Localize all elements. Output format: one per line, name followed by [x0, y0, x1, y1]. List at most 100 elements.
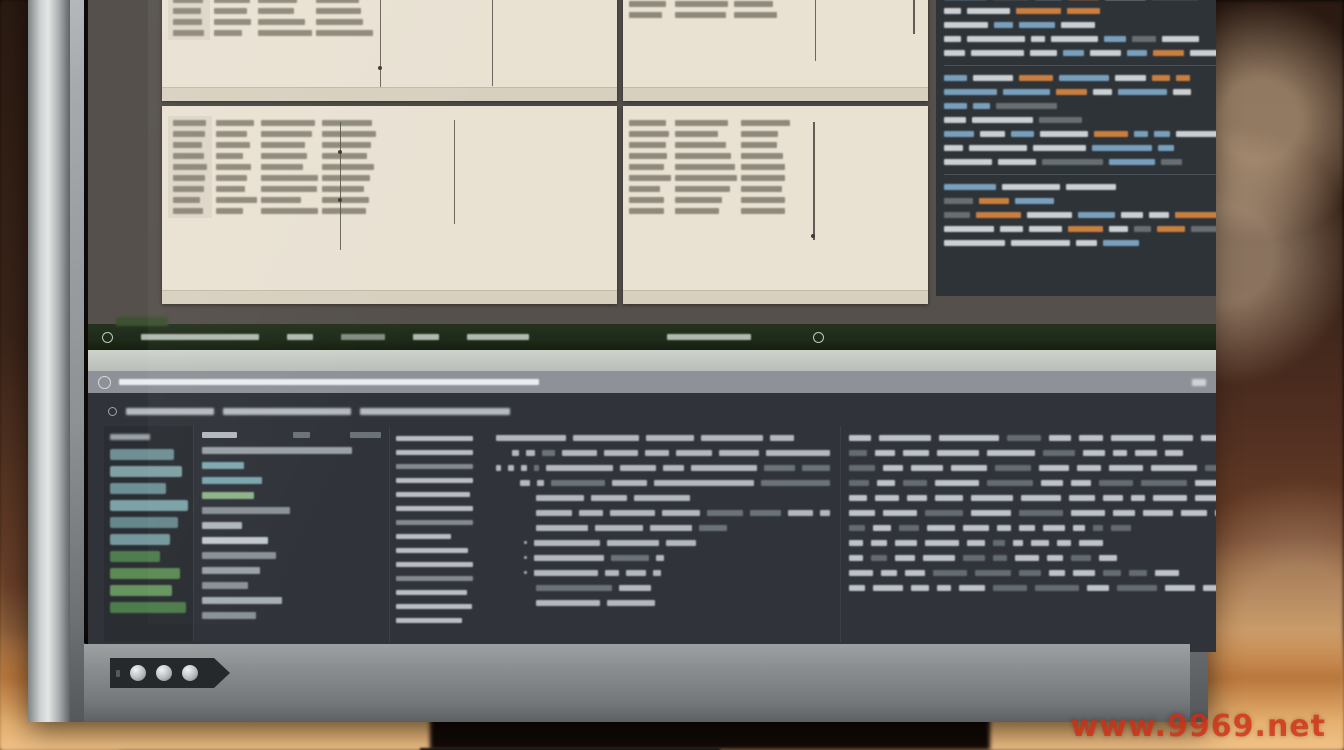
document-cell [629, 208, 664, 214]
console-line [944, 194, 1216, 208]
menu-button[interactable] [156, 665, 172, 681]
detail-token [534, 464, 539, 471]
breadcrumb-segment-3[interactable] [360, 408, 510, 415]
menu-item-5[interactable] [467, 334, 529, 340]
sidebar-item-8[interactable] [110, 585, 172, 596]
breadcrumb-segment-2[interactable] [223, 408, 351, 415]
detail-line-10[interactable] [496, 580, 830, 595]
log-cell [849, 569, 873, 576]
log-cell [1153, 494, 1187, 501]
detail-line-9[interactable] [496, 565, 830, 580]
url-text[interactable] [119, 379, 539, 385]
main-list-row-3[interactable] [202, 492, 254, 499]
main-list-row-10[interactable] [202, 597, 282, 604]
url-bar[interactable] [88, 371, 1216, 393]
console-token [967, 8, 1010, 14]
detail-text-pane[interactable] [486, 426, 841, 642]
menu-item-4[interactable] [413, 334, 439, 340]
sidebar-item-2[interactable] [110, 483, 166, 494]
detail-token [507, 464, 514, 471]
sidebar-item-3[interactable] [110, 500, 188, 511]
log-row-5[interactable] [849, 505, 1216, 520]
sidebar-item-0[interactable] [110, 449, 174, 460]
menu-item-3[interactable] [341, 334, 385, 340]
log-row-6[interactable] [849, 520, 1216, 535]
detail-line-5[interactable] [496, 505, 831, 520]
log-table-pane[interactable] [841, 426, 1216, 642]
document-cell [173, 131, 205, 137]
console-line [944, 127, 1216, 141]
main-list-row-4[interactable] [202, 507, 290, 514]
main-list-row-2[interactable] [202, 477, 262, 484]
log-row-3[interactable] [849, 475, 1216, 490]
document-cell [629, 12, 662, 18]
detail-line-11[interactable] [496, 595, 830, 610]
console-line [944, 46, 1216, 60]
detail-line-1[interactable] [496, 445, 830, 460]
console-token [1056, 89, 1087, 95]
sidebar-item-5[interactable] [110, 534, 170, 545]
main-list-row-11[interactable] [202, 612, 256, 619]
detail-line-3[interactable] [496, 475, 830, 490]
log-row-9[interactable] [849, 565, 1216, 580]
browser-tab-stub[interactable] [116, 317, 168, 326]
document-panel-b[interactable] [623, 0, 928, 101]
document-panel-d[interactable] [623, 106, 928, 304]
document-cell [216, 142, 250, 148]
console-token [1078, 212, 1116, 218]
console-token [944, 89, 997, 95]
log-row-0[interactable] [849, 430, 1216, 445]
sidebar-item-7[interactable] [110, 568, 180, 579]
menu-item-2[interactable] [287, 334, 313, 340]
detail-line-6[interactable] [496, 520, 830, 535]
sidebar-item-9[interactable] [110, 602, 186, 613]
document-d-scrollbar[interactable] [813, 122, 815, 240]
power-button[interactable] [130, 665, 146, 681]
document-cell [173, 186, 204, 192]
main-list-row-0[interactable] [202, 447, 352, 454]
terminal-console[interactable] [936, 0, 1216, 296]
document-b-footer [623, 87, 928, 101]
main-list-row-6[interactable] [202, 537, 268, 544]
detail-line-8[interactable] [496, 550, 830, 565]
log-row-2[interactable] [849, 460, 1216, 475]
url-action-icon[interactable] [1192, 378, 1206, 386]
detail-line-4[interactable] [496, 490, 830, 505]
sidebar-item-6[interactable] [110, 551, 160, 562]
main-list-row-5[interactable] [202, 522, 242, 529]
main-list-row-9[interactable] [202, 582, 248, 589]
main-list-row-1[interactable] [202, 462, 244, 469]
account-icon[interactable] [813, 331, 824, 343]
menu-item-1[interactable] [141, 334, 259, 340]
document-panel-a[interactable] [162, 0, 617, 101]
detail-line-7[interactable] [496, 535, 830, 550]
log-row-4[interactable] [849, 490, 1216, 505]
main-list-row-8[interactable] [202, 567, 260, 574]
detail-line-0[interactable] [496, 430, 830, 445]
sidebar-item-1[interactable] [110, 466, 182, 477]
document-panel-c[interactable] [162, 106, 617, 304]
value-bar-11 [396, 590, 467, 595]
log-cell [1111, 434, 1155, 441]
log-row-7[interactable] [849, 535, 1216, 550]
detail-token [653, 479, 754, 486]
log-cell [933, 569, 967, 576]
document-cell [675, 1, 728, 7]
document-b-scrollbar[interactable] [913, 0, 915, 34]
log-cell [971, 494, 1013, 501]
log-row-8[interactable] [849, 550, 1216, 565]
breadcrumb-segment-1[interactable] [126, 408, 214, 415]
log-cell [879, 434, 931, 441]
source-button[interactable] [182, 665, 198, 681]
log-row-10[interactable] [849, 580, 1216, 595]
sidebar-item-4[interactable] [110, 517, 178, 528]
menu-item-6[interactable] [667, 334, 751, 340]
log-cell [963, 524, 989, 531]
log-cell [1019, 524, 1035, 531]
log-row-1[interactable] [849, 445, 1216, 460]
document-cell [675, 208, 719, 214]
main-list-row-7[interactable] [202, 552, 276, 559]
bullet-icon [524, 571, 527, 574]
main-list-panel [194, 426, 390, 642]
detail-line-2[interactable] [496, 460, 830, 475]
